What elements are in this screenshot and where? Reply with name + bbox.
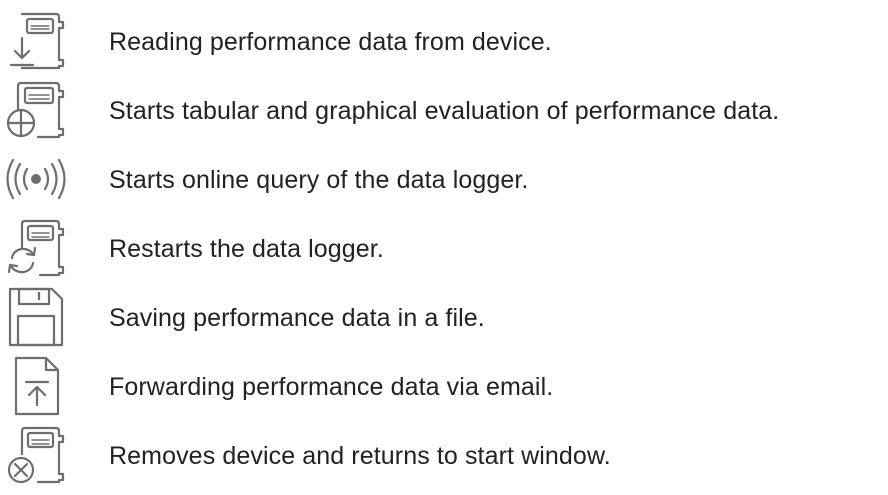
legend-row-restart: Restarts the data logger. bbox=[0, 217, 888, 279]
legend-row-email: Forwarding performance data via email. bbox=[0, 355, 888, 417]
legend-text-read-data: Reading performance data from device. bbox=[109, 28, 552, 56]
read-device-icon bbox=[4, 10, 68, 72]
legend-text-online-query: Starts online query of the data logger. bbox=[109, 166, 529, 194]
legend-text-remove: Removes device and returns to start wind… bbox=[109, 442, 611, 470]
legend-text-save: Saving performance data in a file. bbox=[109, 304, 485, 332]
legend-text-evaluation: Starts tabular and graphical evaluation … bbox=[109, 97, 780, 125]
evaluation-chart-icon bbox=[4, 79, 68, 141]
email-forward-icon bbox=[4, 355, 68, 417]
legend-row-read-data: Reading performance data from device. bbox=[0, 10, 888, 72]
restart-logger-icon bbox=[4, 217, 68, 279]
icon-legend: Reading performance data from device. St… bbox=[0, 0, 888, 495]
legend-row-remove: Removes device and returns to start wind… bbox=[0, 424, 888, 486]
legend-row-save: Saving performance data in a file. bbox=[0, 286, 888, 348]
remove-device-icon bbox=[4, 424, 68, 486]
legend-text-restart: Restarts the data logger. bbox=[109, 235, 384, 263]
online-query-icon bbox=[4, 148, 68, 210]
legend-row-online-query: Starts online query of the data logger. bbox=[0, 148, 888, 210]
save-file-icon bbox=[4, 286, 68, 348]
legend-row-evaluation: Starts tabular and graphical evaluation … bbox=[0, 79, 888, 141]
legend-text-email: Forwarding performance data via email. bbox=[109, 373, 554, 401]
